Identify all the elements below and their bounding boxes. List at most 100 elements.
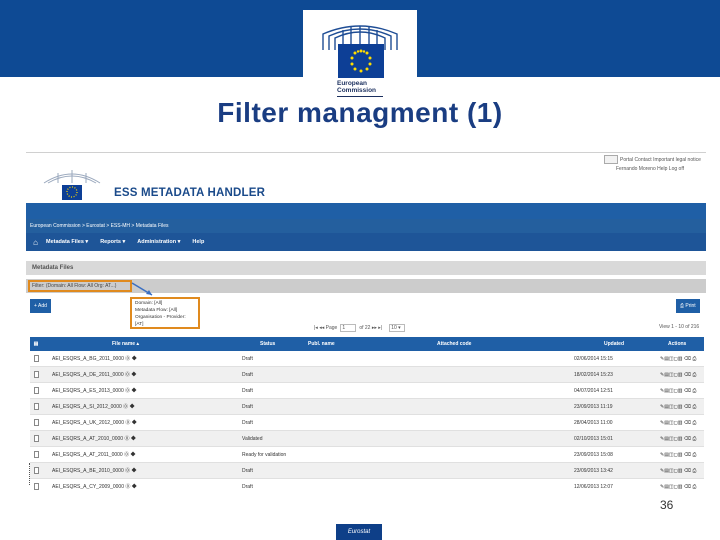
info-icon[interactable]: ⓪: [125, 372, 130, 378]
top-links[interactable]: Portal Contact Important legal notice Fe…: [604, 155, 701, 174]
prev-page-icon[interactable]: ◂◂: [319, 325, 324, 331]
language-flag-icon[interactable]: [604, 155, 618, 164]
file-name-cell[interactable]: AEI_ESQRS_A_AT_2010_0000 ⓪ ◆: [42, 431, 242, 446]
nav-help[interactable]: Help: [192, 239, 204, 245]
col-actions: Actions: [668, 341, 687, 347]
row-actions[interactable]: ✎▤◫◻▥ ⌫ ⎙: [660, 399, 704, 414]
info-icon[interactable]: ⓪: [123, 404, 128, 410]
info-icon[interactable]: ⓪: [125, 420, 130, 426]
row-actions[interactable]: ✎▤◫◻▥ ⌫ ⎙: [660, 415, 704, 430]
page-number: 36: [660, 498, 674, 512]
table-row[interactable]: AEI_ESQRS_A_UK_2012_0000 ⓪ ◆ Draft 28/04/2…: [30, 415, 704, 431]
filter-summary[interactable]: Filter: (Domain: All Flow: All Org: AT..…: [28, 280, 132, 292]
nav-metadata-files[interactable]: Metadata Files ▾: [46, 239, 88, 245]
table-row[interactable]: AEI_ESQRS_A_CY_2009_0000 ⓪ ◆ Draft 12/06/2…: [30, 479, 704, 494]
info-icon[interactable]: ⓪: [125, 468, 130, 474]
file-name-cell[interactable]: AEI_ESQRS_A_DE_2011_0000 ⓪ ◆: [42, 367, 242, 382]
empty-cells: [358, 447, 574, 462]
empty-cells: [358, 479, 574, 494]
col-updated[interactable]: Updated: [504, 337, 632, 351]
table-row[interactable]: AEI_ESQRS_A_BE_2010_0000 ⓪ ◆ Draft 23/09/2…: [30, 463, 704, 479]
col-attached-code[interactable]: Attached code: [382, 337, 504, 351]
col-file-name[interactable]: File name ▴: [42, 337, 150, 351]
filter-bar[interactable]: Filter: (Domain: All Flow: All Org: AT..…: [26, 279, 706, 293]
status-cell: Draft: [242, 484, 253, 490]
row-actions[interactable]: ✎▤◫◻▥ ⌫ ⎙: [660, 367, 704, 382]
application-screenshot: EUROPEANCOMMISSION ESS METADATA HANDLER …: [26, 152, 706, 494]
status-cell: Draft: [242, 388, 253, 394]
document-icon[interactable]: [33, 483, 39, 491]
row-actions[interactable]: ✎▤◫◻▥ ⌫ ⎙: [660, 463, 704, 478]
header-strip: [26, 203, 706, 219]
table-row[interactable]: AEI_ESQRS_A_BG_2011_0000 ⓪ ◆ Draft 02/06/2…: [30, 351, 704, 367]
empty-cells: [358, 383, 574, 398]
table-row[interactable]: AEI_ESQRS_A_ES_2013_0000 ⓪ ◆ Draft 04/07/2…: [30, 383, 704, 399]
main-nav: ⌂ Metadata Files ▾ Reports ▾ Administrat…: [26, 233, 706, 251]
nav-reports[interactable]: Reports ▾: [100, 239, 125, 245]
updated-cell: 02/06/2014 15:15: [574, 356, 613, 362]
nav-administration[interactable]: Administration ▾: [137, 239, 180, 245]
last-page-icon[interactable]: ▸|: [378, 325, 382, 331]
empty-cells: [358, 415, 574, 430]
file-name-cell[interactable]: AEI_ESQRS_A_BG_2011_0000 ⓪ ◆: [42, 351, 242, 366]
eu-flag-icon: [338, 44, 384, 78]
first-page-icon[interactable]: |◂: [314, 325, 318, 331]
col-publ-name[interactable]: Publ. name: [278, 337, 382, 351]
col-status[interactable]: Status: [150, 337, 278, 351]
file-name-cell[interactable]: AEI_ESQRS_A_UK_2012_0000 ⓪ ◆: [42, 415, 242, 430]
table-row[interactable]: AEI_ESQRS_A_AT_2011_0000 ⓪ ◆ Ready for va…: [30, 447, 704, 463]
next-page-icon[interactable]: ▸▸: [372, 325, 377, 331]
file-name-cell[interactable]: AEI_ESQRS_A_SI_2012_0000 ⓪ ◆: [42, 399, 242, 414]
table-row[interactable]: AEI_ESQRS_A_DE_2011_0000 ⓪ ◆ Draft 18/02/2…: [30, 367, 704, 383]
document-icon[interactable]: [33, 435, 39, 443]
table-row[interactable]: AEI_ESQRS_A_SI_2012_0000 ⓪ ◆ Draft 23/09/2…: [30, 399, 704, 415]
print-button[interactable]: ⎙ Print: [676, 299, 700, 313]
status-cell: Draft: [242, 468, 253, 474]
select-all-icon[interactable]: ▤: [30, 337, 42, 351]
empty-cells: [358, 351, 574, 366]
european-commission-logo: European Commission: [303, 10, 417, 100]
updated-cell: 02/10/2013 15:01: [574, 436, 613, 442]
info-icon[interactable]: ⓪: [125, 356, 130, 362]
section-title: Metadata Files: [26, 261, 706, 275]
file-name-cell[interactable]: AEI_ESQRS_A_ES_2013_0000 ⓪ ◆: [42, 383, 242, 398]
document-icon[interactable]: [33, 355, 39, 363]
row-actions[interactable]: ✎▤◫◻▥ ⌫ ⎙: [660, 351, 704, 366]
row-actions[interactable]: ✎▤◫◻▥ ⌫ ⎙: [660, 431, 704, 446]
breadcrumb[interactable]: European Commission > Eurostat > ESS-MH …: [26, 219, 706, 233]
status-cell: Validated: [242, 436, 263, 442]
side-dots: [29, 463, 31, 485]
empty-cells: [358, 367, 574, 382]
info-icon[interactable]: ⓪: [125, 484, 130, 490]
row-actions[interactable]: ✎▤◫◻▥ ⌫ ⎙: [660, 447, 704, 462]
file-name-cell[interactable]: AEI_ESQRS_A_CY_2009_0000 ⓪ ◆: [42, 479, 242, 494]
info-icon[interactable]: ⓪: [124, 452, 129, 458]
app-title: ESS METADATA HANDLER: [114, 187, 266, 199]
document-icon[interactable]: [33, 371, 39, 379]
page-input[interactable]: 1: [340, 324, 357, 332]
table-row[interactable]: AEI_ESQRS_A_AT_2010_0000 ⓪ ◆ Validated 02/…: [30, 431, 704, 447]
per-page-select[interactable]: 10 ▾: [389, 324, 406, 332]
updated-cell: 23/09/2013 11:19: [574, 404, 613, 410]
file-name-cell[interactable]: AEI_ESQRS_A_AT_2011_0000 ⓪ ◆: [42, 447, 242, 462]
add-button[interactable]: + Add: [30, 299, 51, 313]
file-name-cell[interactable]: AEI_ESQRS_A_BE_2010_0000 ⓪ ◆: [42, 463, 242, 478]
row-actions[interactable]: ✎▤◫◻▥ ⌫ ⎙: [660, 383, 704, 398]
updated-cell: 23/09/2013 15:08: [574, 452, 613, 458]
empty-cells: [358, 399, 574, 414]
row-actions[interactable]: ✎▤◫◻▥ ⌫ ⎙: [660, 479, 704, 494]
status-cell: Draft: [242, 404, 253, 410]
document-icon[interactable]: [33, 467, 39, 475]
document-icon[interactable]: [33, 451, 39, 459]
metadata-files-table: AEI_ESQRS_A_BG_2011_0000 ⓪ ◆ Draft 02/06/2…: [30, 351, 704, 494]
home-icon[interactable]: ⌂: [31, 238, 40, 247]
status-cell: Draft: [242, 420, 253, 426]
document-icon[interactable]: [33, 419, 39, 427]
document-icon[interactable]: [33, 387, 39, 395]
updated-cell: 04/07/2014 12:51: [574, 388, 613, 394]
updated-cell: 12/06/2013 12:07: [574, 484, 613, 490]
info-icon[interactable]: ⓪: [124, 436, 129, 442]
info-icon[interactable]: ⓪: [125, 388, 130, 394]
document-icon[interactable]: [33, 403, 39, 411]
view-info: View 1 - 10 of 216: [659, 324, 700, 330]
